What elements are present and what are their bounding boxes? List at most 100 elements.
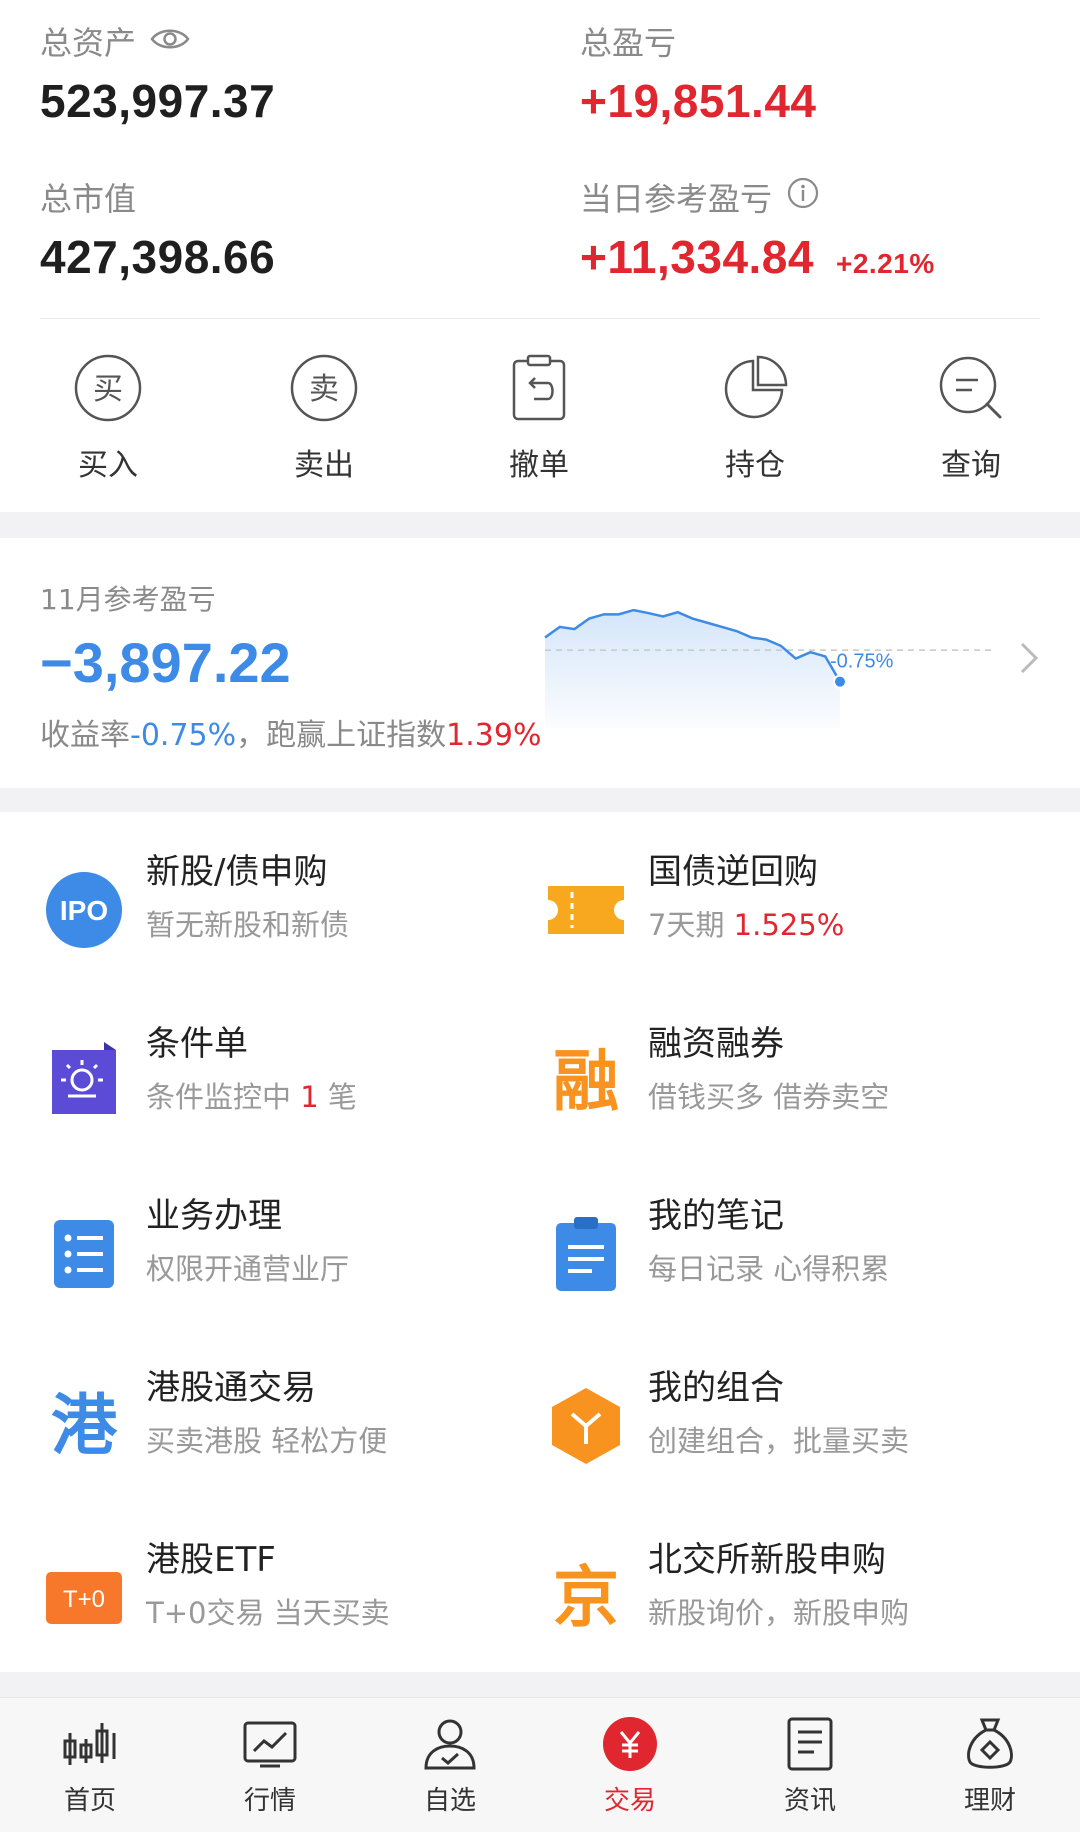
feature-margin-trading[interactable]: 融 融资融券 借钱买多 借券卖空 xyxy=(542,1016,1042,1156)
tab-label: 理财 xyxy=(963,1786,1016,1816)
yield-value: -0.75% xyxy=(130,718,237,753)
ticket-icon xyxy=(542,866,630,954)
feature-subtitle: 新股询价，新股申购 xyxy=(648,1596,910,1630)
feature-subtitle: 暂无新股和新债 xyxy=(146,908,350,942)
tab-label: 首页 xyxy=(63,1786,116,1816)
monthly-yield-line: 收益率-0.75%，跑赢上证指数1.39% xyxy=(40,710,541,754)
buy-button[interactable]: 买 买入 xyxy=(38,352,178,484)
feature-title: 条件单 xyxy=(146,1024,248,1064)
feature-subtitle: 每日记录 心得积累 xyxy=(648,1252,890,1286)
hk-connect-icon-text: 港 xyxy=(51,1387,117,1464)
condition-order-icon xyxy=(40,1038,128,1126)
bottom-tab-bar: 首页 行情 自选 交易 资讯 理财 xyxy=(0,1697,1080,1832)
feature-title: 新股/债申购 xyxy=(146,852,328,892)
feature-reverse-repo[interactable]: 国债逆回购 7天期 1.525% xyxy=(542,844,1042,984)
feature-condition-order[interactable]: 条件单 条件监控中 1 笔 xyxy=(40,1016,540,1156)
tab-label: 自选 xyxy=(423,1786,476,1816)
cancel-order-button[interactable]: 撤单 xyxy=(469,352,609,484)
sparkline-area xyxy=(545,610,840,728)
chevron-right-icon[interactable] xyxy=(1014,638,1044,678)
margin-icon: 融 xyxy=(542,1038,630,1126)
notes-icon xyxy=(542,1210,630,1298)
sell-glyph: 卖 xyxy=(309,372,339,407)
market-value: 总市值 427,398.66 xyxy=(40,174,275,284)
info-icon[interactable] xyxy=(786,176,820,218)
query-label: 查询 xyxy=(941,448,1001,483)
total-assets: 总资产 523,997.37 xyxy=(40,18,275,128)
repo-rate: 1.525% xyxy=(733,908,845,942)
feature-subtitle: 买卖港股 轻松方便 xyxy=(146,1424,388,1458)
t0-icon-text: T+0 xyxy=(63,1586,105,1613)
total-assets-label: 总资产 xyxy=(40,24,137,62)
account-summary-panel: 总资产 523,997.37 总盈亏 +19,851.44 总市值 427,39… xyxy=(0,0,1080,512)
divider xyxy=(40,318,1040,319)
buy-label: 买入 xyxy=(78,448,138,483)
tab-trade[interactable]: 交易 xyxy=(570,1714,690,1817)
feature-title: 融资融券 xyxy=(648,1024,784,1064)
feature-grid: IPO 新股/债申购 暂无新股和新债 国债逆回购 7天期 1.525% 条件单 … xyxy=(0,812,1080,1672)
bse-icon-text: 京 xyxy=(553,1559,619,1636)
feature-title: 港股ETF xyxy=(146,1540,276,1580)
ipo-icon-text: IPO xyxy=(60,895,108,926)
candlestick-icon xyxy=(60,1714,120,1774)
bse-icon: 京 xyxy=(542,1554,630,1642)
feature-title: 我的笔记 xyxy=(648,1196,784,1236)
compare-value: 1.39% xyxy=(446,718,542,753)
monthly-sparkline: -0.75% xyxy=(544,608,995,728)
ipo-icon: IPO xyxy=(40,866,128,954)
tab-news[interactable]: 资讯 xyxy=(750,1714,870,1817)
market-value-label: 总市值 xyxy=(40,180,137,218)
feature-title: 国债逆回购 xyxy=(648,852,818,892)
repo-term: 7天期 xyxy=(648,908,734,942)
feature-title: 业务办理 xyxy=(146,1196,282,1236)
daily-pnl-value: +11,334.84 xyxy=(580,231,814,283)
feature-ipo[interactable]: IPO 新股/债申购 暂无新股和新债 xyxy=(40,844,540,984)
tab-wealth[interactable]: 理财 xyxy=(930,1714,1050,1817)
feature-subtitle: 权限开通营业厅 xyxy=(146,1252,350,1286)
market-value-value: 427,398.66 xyxy=(40,231,276,283)
user-star-icon xyxy=(420,1714,480,1774)
business-list-icon xyxy=(40,1210,128,1298)
sparkline-end-label: -0.75% xyxy=(830,651,894,673)
quick-actions: 买 买入 卖 卖出 撤单 持仓 查询 xyxy=(0,352,1080,484)
feature-hk-etf[interactable]: T+0 港股ETF T+0交易 当天买卖 xyxy=(40,1532,540,1672)
eye-icon[interactable] xyxy=(150,22,190,60)
feature-subtitle: 创建组合，批量买卖 xyxy=(648,1424,910,1458)
feature-notes[interactable]: 我的笔记 每日记录 心得积累 xyxy=(542,1188,1042,1328)
sell-label: 卖出 xyxy=(294,448,354,483)
monthly-pnl-card[interactable]: 11月参考盈亏 −3,897.22 收益率-0.75%，跑赢上证指数1.39% … xyxy=(0,538,1080,788)
search-icon xyxy=(935,352,1007,424)
compare-text: ，跑赢上证指数 xyxy=(236,718,447,753)
feature-bse-ipo[interactable]: 京 北交所新股申购 新股询价，新股申购 xyxy=(542,1532,1042,1672)
sell-icon: 卖 xyxy=(288,352,360,424)
feature-hk-connect[interactable]: 港 港股通交易 买卖港股 轻松方便 xyxy=(40,1360,540,1500)
feature-subtitle: 条件监控中 1 笔 xyxy=(146,1074,357,1116)
monthly-pnl-label: 11月参考盈亏 xyxy=(40,583,216,616)
daily-pnl-label: 当日参考盈亏 xyxy=(580,180,773,218)
feature-subtitle: T+0交易 当天买卖 xyxy=(146,1596,390,1630)
cancel-order-icon xyxy=(503,352,575,424)
feature-portfolio[interactable]: 我的组合 创建组合，批量买卖 xyxy=(542,1360,1042,1500)
tab-home[interactable]: 首页 xyxy=(30,1714,150,1817)
sell-button[interactable]: 卖 卖出 xyxy=(254,352,394,484)
money-bag-icon xyxy=(960,1714,1020,1774)
tab-label: 行情 xyxy=(243,1786,296,1816)
market-monitor-icon xyxy=(240,1714,300,1774)
positions-button[interactable]: 持仓 xyxy=(685,352,825,484)
query-button[interactable]: 查询 xyxy=(901,352,1041,484)
monthly-pnl-value: −3,897.22 xyxy=(40,631,291,694)
positions-label: 持仓 xyxy=(725,448,785,483)
total-pnl-value: +19,851.44 xyxy=(580,75,817,127)
feature-subtitle: 借钱买多 借券卖空 xyxy=(648,1080,890,1114)
tab-watchlist[interactable]: 自选 xyxy=(390,1714,510,1817)
feature-title: 北交所新股申购 xyxy=(648,1540,886,1580)
yuan-coin-icon xyxy=(600,1714,660,1774)
tab-label: 交易 xyxy=(603,1786,656,1816)
total-pnl: 总盈亏 +19,851.44 xyxy=(580,18,817,128)
tab-label: 资讯 xyxy=(783,1786,836,1816)
hk-connect-icon: 港 xyxy=(40,1382,128,1470)
yield-prefix: 收益率 xyxy=(40,718,130,753)
feature-business[interactable]: 业务办理 权限开通营业厅 xyxy=(40,1188,540,1328)
tab-market[interactable]: 行情 xyxy=(210,1714,330,1817)
buy-icon: 买 xyxy=(72,352,144,424)
